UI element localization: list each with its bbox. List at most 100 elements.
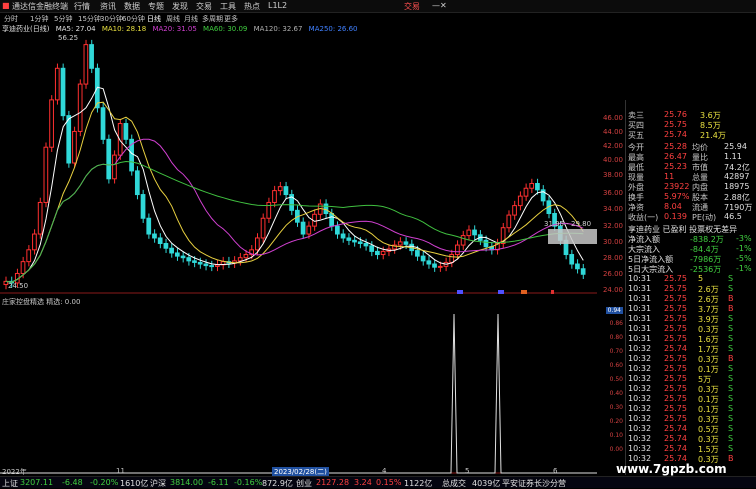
event-marker-icon[interactable] — [498, 290, 504, 294]
candlestick-chart[interactable]: 31.95 - 29.80 56.25 24.50 — [0, 32, 597, 294]
menu-item-data[interactable]: 数据 — [124, 1, 140, 12]
event-marker-icon[interactable] — [521, 290, 527, 294]
candle-body[interactable] — [106, 138, 112, 180]
candle-body[interactable] — [83, 44, 89, 85]
period-tab-15min[interactable]: 15分钟 — [78, 14, 101, 24]
tick-row[interactable]: 10:32 25.75 0.3万 B — [628, 354, 755, 364]
tick-row[interactable]: 10:32 25.75 0.3万 S — [628, 414, 755, 424]
candle-body[interactable] — [580, 268, 586, 275]
event-marker-icon[interactable] — [551, 290, 554, 294]
candle-body[interactable] — [123, 123, 129, 140]
candle-body[interactable] — [517, 195, 523, 207]
tick-row[interactable]: 10:31 25.75 3.7万 B — [628, 304, 755, 314]
candle-body[interactable] — [60, 67, 66, 117]
candle-body[interactable] — [380, 250, 386, 256]
menu-item-market[interactable]: 行情 — [74, 1, 90, 12]
event-marker-icon[interactable] — [457, 290, 463, 294]
period-tab-more[interactable]: 更多 — [224, 14, 238, 24]
period-tab-5min[interactable]: 5分钟 — [54, 14, 72, 24]
tick-row[interactable]: 10:31 25.75 0.3万 S — [628, 324, 755, 334]
candle-body[interactable] — [140, 194, 146, 219]
candle-body[interactable] — [460, 235, 466, 246]
period-tab-30min[interactable]: 30分钟 — [100, 14, 123, 24]
tick-row[interactable]: 10:32 25.74 0.3万 S — [628, 434, 755, 444]
candle-body[interactable] — [363, 242, 369, 247]
candle-body[interactable] — [346, 237, 352, 241]
candle-body[interactable] — [77, 83, 83, 132]
candle-body[interactable] — [449, 254, 455, 263]
tick-row[interactable]: 10:32 25.74 1.5万 S — [628, 444, 755, 454]
candle-body[interactable] — [152, 233, 157, 239]
candle-body[interactable] — [523, 187, 529, 197]
candle-body[interactable] — [203, 263, 209, 267]
close-icon[interactable]: ✕ — [440, 1, 447, 10]
trade-button[interactable]: 交易 — [404, 1, 420, 12]
candle-body[interactable] — [300, 221, 306, 235]
tick-row[interactable]: 10:32 25.74 0.5万 S — [628, 424, 755, 434]
tick-row[interactable]: 10:31 25.75 1.6万 S — [628, 334, 755, 344]
candle-body[interactable] — [157, 237, 163, 244]
candle-body[interactable] — [397, 241, 403, 246]
candle-body[interactable] — [357, 241, 363, 244]
candle-body[interactable] — [54, 67, 60, 101]
candle-body[interactable] — [432, 263, 437, 268]
sz-index-label[interactable]: 沪深 — [150, 478, 166, 489]
candle-body[interactable] — [403, 241, 409, 245]
period-tab-monthly[interactable]: 月线 — [184, 14, 198, 24]
candle-body[interactable] — [192, 260, 197, 263]
menu-item-tools[interactable]: 工具 — [220, 1, 236, 12]
candle-body[interactable] — [197, 261, 203, 265]
menu-item-trade[interactable]: 交易 — [196, 1, 212, 12]
menu-item-info[interactable]: 资讯 — [100, 1, 116, 12]
tick-row[interactable]: 10:31 25.75 2.6万 B — [628, 294, 755, 304]
candle-body[interactable] — [466, 229, 472, 237]
candle-body[interactable] — [529, 183, 535, 189]
menu-item-discover[interactable]: 发现 — [172, 1, 188, 12]
candle-body[interactable] — [306, 225, 312, 235]
period-tab-weekly[interactable]: 周线 — [166, 14, 180, 24]
broker-label[interactable]: 平安证券长沙分营 — [502, 478, 566, 489]
tick-row[interactable]: 10:32 25.75 0.1万 S — [628, 364, 755, 374]
period-tab-intraday[interactable]: 分时 — [4, 14, 18, 24]
candle-body[interactable] — [272, 190, 277, 203]
candle-body[interactable] — [100, 107, 106, 140]
candle-body[interactable] — [169, 247, 174, 254]
minimize-icon[interactable]: — — [432, 1, 440, 10]
candle-body[interactable] — [329, 213, 335, 227]
candle-body[interactable] — [352, 239, 357, 243]
candle-body[interactable] — [266, 201, 272, 219]
candle-body[interactable] — [535, 183, 540, 191]
period-tab-daily[interactable]: 日线 — [147, 14, 161, 24]
candle-body[interactable] — [575, 263, 580, 270]
tick-row[interactable]: 10:31 25.75 3.9万 S — [628, 314, 755, 324]
tick-row[interactable]: 10:31 25.75 2.6万 S — [628, 284, 755, 294]
candle-body[interactable] — [186, 257, 192, 262]
candle-body[interactable] — [340, 233, 346, 239]
candle-body[interactable] — [163, 242, 169, 249]
indicator-chart[interactable] — [0, 306, 597, 474]
candle-body[interactable] — [89, 44, 94, 69]
candle-body[interactable] — [209, 265, 214, 268]
candle-body[interactable] — [117, 123, 123, 156]
period-tab-1min[interactable]: 1分钟 — [30, 14, 48, 24]
cy-index-label[interactable]: 创业 — [296, 478, 312, 489]
candle-body[interactable] — [237, 257, 243, 262]
candle-body[interactable] — [472, 229, 477, 236]
candle-body[interactable] — [43, 146, 49, 203]
candle-body[interactable] — [512, 205, 517, 216]
candle-body[interactable] — [415, 250, 420, 257]
candle-body[interactable] — [437, 265, 443, 268]
sh-index-label[interactable]: 上证 — [2, 478, 18, 489]
tick-row[interactable]: 10:32 25.75 5万 S — [628, 374, 755, 384]
candle-body[interactable] — [26, 249, 32, 263]
tick-row[interactable]: 10:32 25.75 0.3万 S — [628, 384, 755, 394]
candle-body[interactable] — [426, 260, 432, 265]
tick-row[interactable]: 10:32 25.74 1.7万 S — [628, 344, 755, 354]
candle-body[interactable] — [20, 261, 26, 274]
candle-body[interactable] — [174, 252, 180, 257]
candle-body[interactable] — [283, 186, 289, 196]
tick-row[interactable]: 10:31 25.75 5 S — [628, 274, 755, 284]
candle-body[interactable] — [335, 225, 340, 235]
candle-body[interactable] — [569, 254, 575, 265]
period-tab-multi[interactable]: 多周期 — [202, 14, 223, 24]
